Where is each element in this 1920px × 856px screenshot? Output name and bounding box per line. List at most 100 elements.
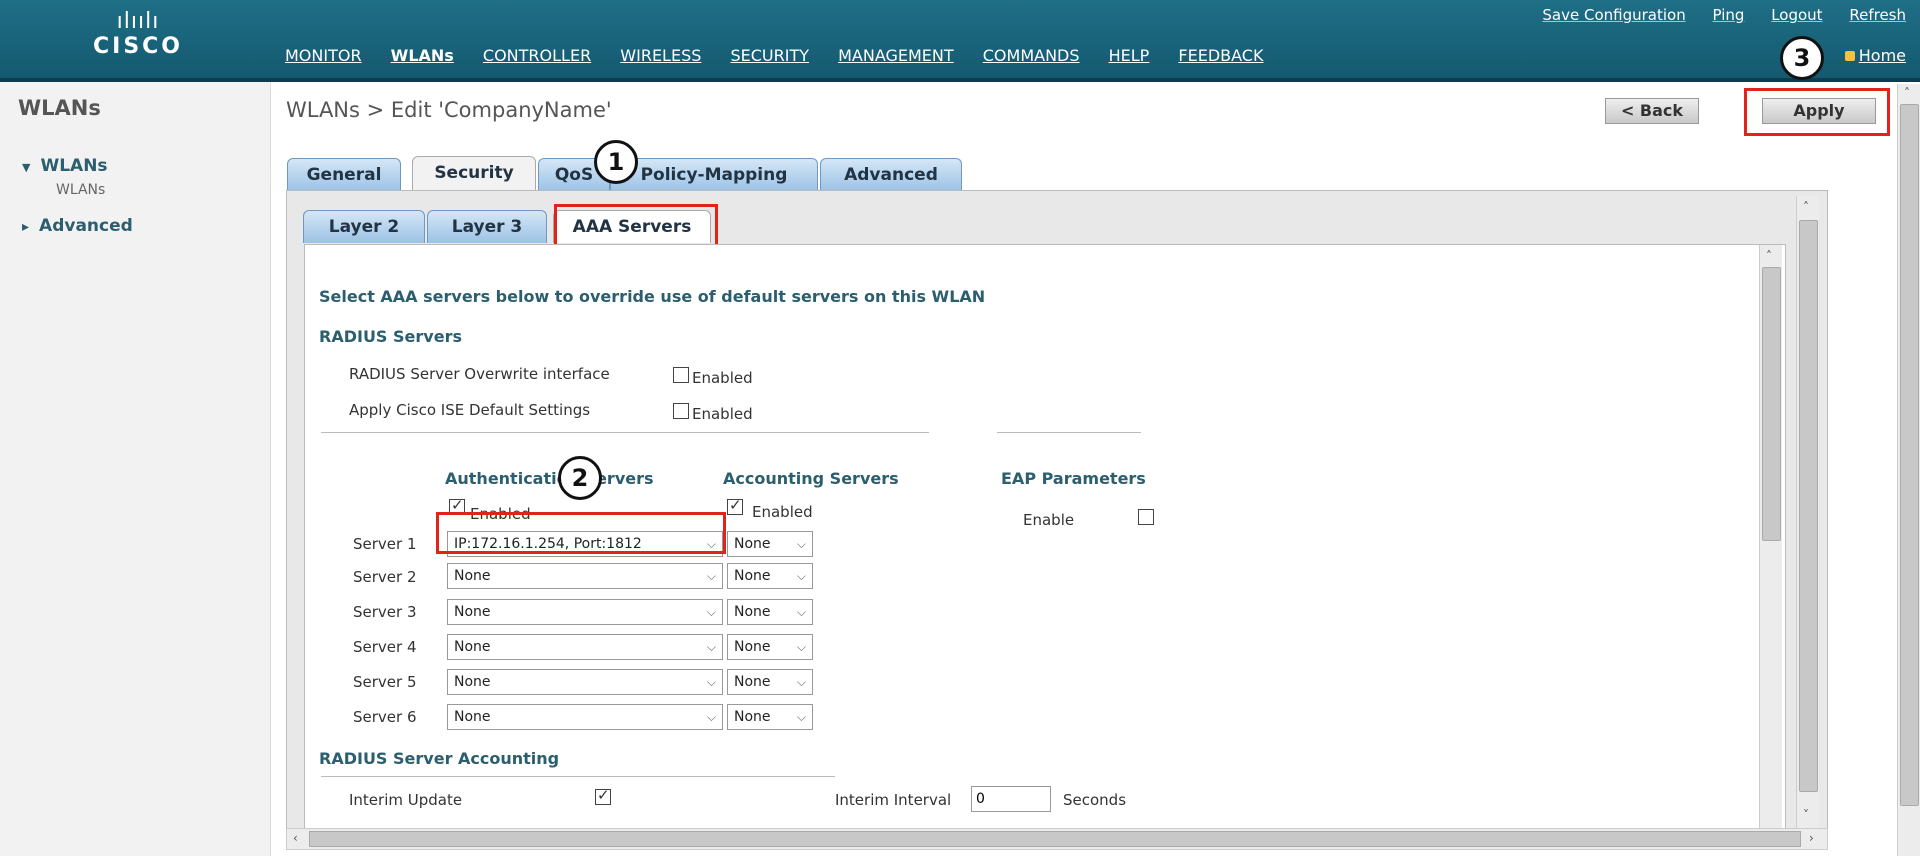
server-4-acct-select[interactable]: None ⌵ xyxy=(727,634,813,660)
ise-default-label: Apply Cisco ISE Default Settings xyxy=(349,401,591,419)
accounting-servers-heading: Accounting Servers xyxy=(723,469,899,488)
server-2-label: Server 2 xyxy=(353,568,417,586)
expanded-arrow-icon: ▼ xyxy=(22,161,31,174)
eap-parameters-heading: EAP Parameters xyxy=(1001,469,1146,488)
chevron-down-icon: ⌵ xyxy=(706,640,716,654)
accounting-enabled-checkbox[interactable] xyxy=(727,496,743,515)
radius-overwrite-enabled-label: Enabled xyxy=(692,369,753,387)
callout-1-badge: 1 xyxy=(594,140,638,184)
menu-commands[interactable]: COMMANDS xyxy=(983,46,1080,65)
tab-security[interactable]: Security xyxy=(412,156,536,191)
page-title: WLANs > Edit 'CompanyName' xyxy=(286,98,612,122)
server-3-auth-select[interactable]: None ⌵ xyxy=(447,599,723,625)
menu-help[interactable]: HELP xyxy=(1109,46,1150,65)
save-configuration-link[interactable]: Save Configuration xyxy=(1542,6,1685,24)
server-2-auth-select[interactable]: None ⌵ xyxy=(447,563,723,589)
divider xyxy=(321,432,929,433)
scroll-right-arrow-icon[interactable]: › xyxy=(1809,831,1814,845)
tab-policy-mapping[interactable]: Policy-Mapping xyxy=(610,158,818,191)
refresh-link[interactable]: Refresh xyxy=(1849,6,1906,24)
radius-overwrite-checkbox[interactable] xyxy=(673,367,689,383)
radius-overwrite-label: RADIUS Server Overwrite interface xyxy=(349,365,610,383)
cisco-logo: ılıılı CISCO xyxy=(92,9,184,60)
server-6-auth-select[interactable]: None ⌵ xyxy=(447,704,723,730)
subtab-layer-2[interactable]: Layer 2 xyxy=(303,210,425,243)
server-3-acct-select[interactable]: None ⌵ xyxy=(727,599,813,625)
scrollbar-thumb[interactable] xyxy=(1900,104,1919,806)
server-1-label: Server 1 xyxy=(353,535,417,553)
utility-links: Save Configuration Ping Logout Refresh xyxy=(1520,6,1906,24)
apply-highlight xyxy=(1744,88,1890,136)
home-link[interactable]: Home xyxy=(1844,46,1906,65)
chevron-down-icon: ⌵ xyxy=(796,675,806,689)
eap-enable-label: Enable xyxy=(1023,511,1075,529)
sidebar: WLANs ▼ WLANs WLANs ▸ Advanced xyxy=(0,82,271,856)
inner-vertical-scrollbar[interactable]: ˄ xyxy=(1759,245,1782,829)
sidebar-item-wlans[interactable]: ▼ WLANs xyxy=(22,156,108,176)
server-6-label: Server 6 xyxy=(353,708,417,726)
scrollbar-thumb[interactable] xyxy=(1799,220,1818,792)
menu-management[interactable]: MANAGEMENT xyxy=(838,46,954,65)
server-4-label: Server 4 xyxy=(353,638,417,656)
interim-interval-input[interactable]: 0 xyxy=(971,786,1051,812)
divider xyxy=(321,776,835,777)
chevron-down-icon: ⌵ xyxy=(706,710,716,724)
server-4-auth-select[interactable]: None ⌵ xyxy=(447,634,723,660)
ise-default-checkbox[interactable] xyxy=(673,403,689,419)
server-3-label: Server 3 xyxy=(353,603,417,621)
server-5-auth-select[interactable]: None ⌵ xyxy=(447,669,723,695)
radius-servers-heading: RADIUS Servers xyxy=(319,327,462,346)
menu-feedback[interactable]: FEEDBACK xyxy=(1178,46,1263,65)
server-6-acct-select[interactable]: None ⌵ xyxy=(727,704,813,730)
sidebar-title: WLANs xyxy=(18,96,101,120)
back-button[interactable]: < Back xyxy=(1605,98,1699,124)
scrollbar-thumb[interactable] xyxy=(1762,267,1781,541)
chevron-down-icon: ⌵ xyxy=(706,675,716,689)
eap-enable-checkbox[interactable] xyxy=(1138,509,1154,525)
menu-wlans[interactable]: WLANs xyxy=(391,46,454,65)
scroll-left-arrow-icon[interactable]: ‹ xyxy=(293,831,298,845)
main-menu: MONITOR WLANs CONTROLLER WIRELESS SECURI… xyxy=(285,46,1287,65)
ping-link[interactable]: Ping xyxy=(1713,6,1745,24)
chevron-down-icon: ⌵ xyxy=(796,537,806,551)
home-icon xyxy=(1844,51,1855,61)
chevron-down-icon: ⌵ xyxy=(796,569,806,583)
chevron-down-icon: ⌵ xyxy=(706,569,716,583)
interim-update-checkbox[interactable] xyxy=(595,786,611,805)
accounting-enabled-label: Enabled xyxy=(752,503,813,521)
top-navigation-bar: ılıılı CISCO Save Configuration Ping Log… xyxy=(0,0,1920,82)
interim-interval-label: Interim Interval xyxy=(835,791,952,809)
scroll-down-arrow-icon[interactable]: ˅ xyxy=(1803,808,1809,822)
subtab-layer-3[interactable]: Layer 3 xyxy=(427,210,547,243)
scroll-up-arrow-icon[interactable]: ˄ xyxy=(1803,200,1809,214)
seconds-label: Seconds xyxy=(1063,791,1127,809)
scrollbar-thumb[interactable] xyxy=(309,831,1801,847)
tab-general[interactable]: General xyxy=(287,158,401,191)
aaa-intro-text: Select AAA servers below to override use… xyxy=(319,287,986,306)
sidebar-subitem-wlans[interactable]: WLANs xyxy=(56,182,105,198)
chevron-down-icon: ⌵ xyxy=(796,640,806,654)
sidebar-item-advanced[interactable]: ▸ Advanced xyxy=(22,216,133,236)
server-1-acct-select[interactable]: None ⌵ xyxy=(727,531,813,557)
server-2-acct-select[interactable]: None ⌵ xyxy=(727,563,813,589)
server-5-label: Server 5 xyxy=(353,673,417,691)
callout-2-badge: 2 xyxy=(558,456,602,500)
page-vertical-scrollbar[interactable]: ˄ xyxy=(1897,84,1920,856)
menu-controller[interactable]: CONTROLLER xyxy=(483,46,591,65)
menu-security[interactable]: SECURITY xyxy=(730,46,809,65)
interim-update-label: Interim Update xyxy=(349,791,463,809)
menu-wireless[interactable]: WIRELESS xyxy=(620,46,701,65)
tab-advanced[interactable]: Advanced xyxy=(820,158,962,191)
menu-monitor[interactable]: MONITOR xyxy=(285,46,362,65)
collapsed-arrow-icon: ▸ xyxy=(22,219,30,235)
scroll-up-arrow-icon[interactable]: ˄ xyxy=(1904,86,1910,100)
scroll-up-arrow-icon[interactable]: ˄ xyxy=(1766,249,1772,263)
server-5-acct-select[interactable]: None ⌵ xyxy=(727,669,813,695)
chevron-down-icon: ⌵ xyxy=(796,605,806,619)
logout-link[interactable]: Logout xyxy=(1771,6,1822,24)
radius-accounting-heading: RADIUS Server Accounting xyxy=(319,749,560,768)
panel-vertical-scrollbar[interactable]: ˄ ˅ xyxy=(1796,196,1819,828)
server-1-highlight xyxy=(436,512,726,554)
chevron-down-icon: ⌵ xyxy=(706,605,716,619)
panel-horizontal-scrollbar[interactable]: ‹ › xyxy=(286,828,1828,850)
